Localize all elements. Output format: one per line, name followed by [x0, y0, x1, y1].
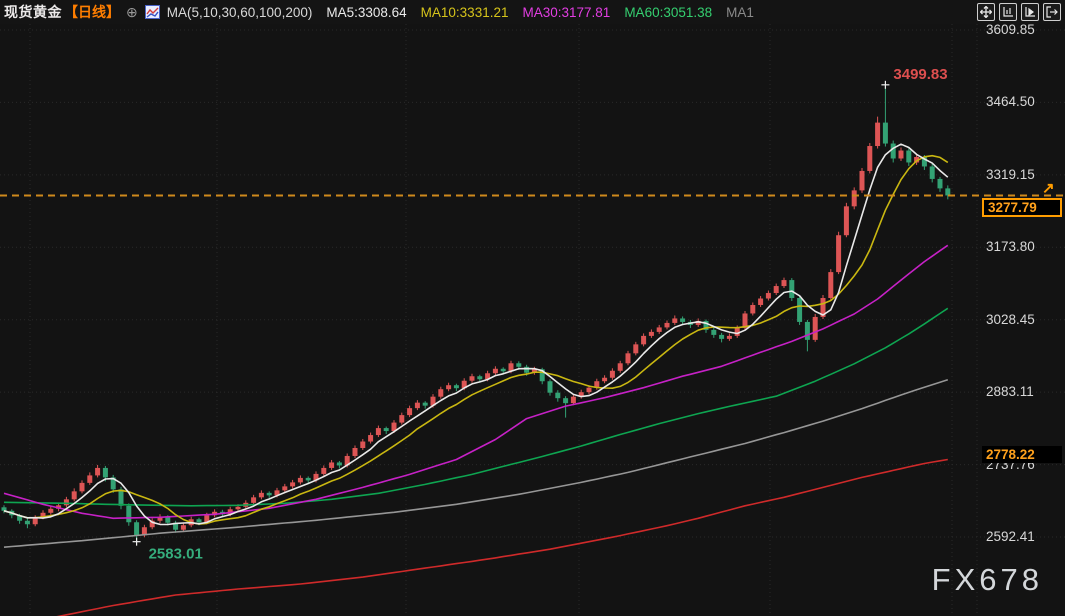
low-price-label: 2583.01 [149, 546, 203, 563]
chart-canvas[interactable]: 3499.83 2583.01 [0, 24, 1065, 616]
symbol-title: 现货黄金 [4, 2, 62, 22]
ma100-line [4, 380, 948, 548]
kline-chart-icon[interactable] [145, 5, 160, 19]
ma-summary-label: MA(5,10,30,60,100,200) [167, 5, 313, 20]
ma5-value-label: MA5:3308.64 [326, 5, 406, 20]
axis-tick-label: 2592.41 [986, 529, 1035, 544]
axis-tick-label: 2883.11 [986, 384, 1034, 399]
ma200-line [35, 460, 948, 616]
ma10-value-label: MA10:3331.21 [421, 5, 509, 20]
level-price-tag: 2778.22 [982, 446, 1062, 463]
current-price-tag: 3277.79 [982, 198, 1062, 217]
ma30-line [4, 245, 948, 518]
exit-fullscreen-icon[interactable] [1043, 3, 1061, 21]
crosshair-move-icon[interactable] [977, 3, 995, 21]
chart-toolbar [977, 3, 1061, 21]
ma60-value-label: MA60:3051.38 [624, 5, 712, 20]
ma100-value-label: MA1 [726, 5, 754, 20]
circle-plus-icon[interactable]: ⊕ [126, 4, 138, 21]
extreme-cross-icon [133, 538, 141, 546]
axis-tick-label: 3464.50 [986, 94, 1035, 109]
axis-tick-label: 3609.85 [986, 22, 1035, 37]
axis-tick-label: 3028.45 [986, 312, 1035, 327]
gridlines [0, 24, 1065, 616]
axis-tick-label: 3319.15 [986, 167, 1035, 182]
period-tag[interactable]: 【日线】 [64, 2, 120, 22]
trading-chart-window: 现货黄金 【日线】 ⊕ MA(5,10,30,60,100,200) MA5:3… [0, 0, 1065, 616]
candlestick-chart[interactable]: 3499.83 2583.01 3609.85 3464.50 3319.15 3173… [0, 24, 1065, 616]
ma10-line [4, 156, 948, 524]
axis-scale-right-icon[interactable] [1021, 3, 1039, 21]
axis-tick-label: 3173.80 [986, 239, 1035, 254]
ma30-value-label: MA30:3177.81 [522, 5, 610, 20]
extreme-cross-icon [881, 81, 889, 89]
axis-scale-left-icon[interactable] [999, 3, 1017, 21]
watermark-logo: FX678 [932, 562, 1043, 598]
chart-header: 现货黄金 【日线】 ⊕ MA(5,10,30,60,100,200) MA5:3… [0, 0, 1065, 24]
high-price-label: 3499.83 [893, 66, 947, 83]
price-arrow-icon: ↗ [1042, 179, 1055, 197]
